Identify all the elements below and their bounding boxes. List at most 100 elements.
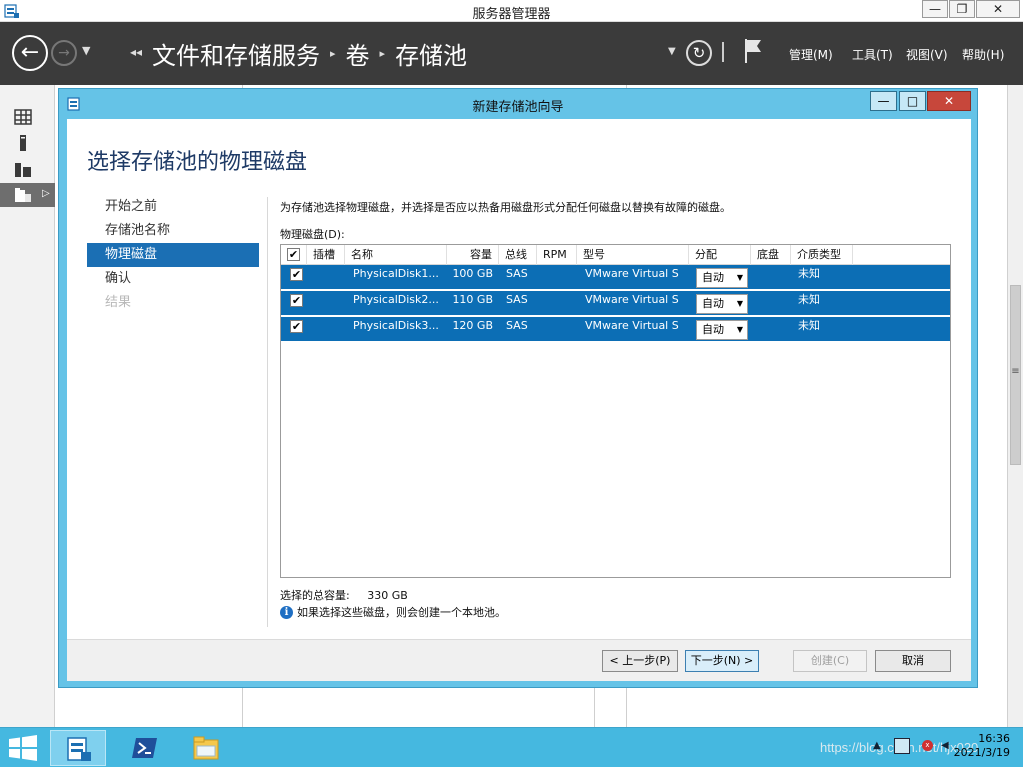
step-pool-name[interactable]: 存储池名称 bbox=[87, 219, 259, 243]
scrollbar-thumb[interactable]: ≡ bbox=[1010, 285, 1021, 465]
alert-badge-icon[interactable]: x bbox=[922, 740, 933, 751]
allocation-value: 自动 bbox=[702, 271, 724, 284]
dropdown-arrow-icon: ▼ bbox=[736, 299, 743, 308]
step-physical-disks[interactable]: 物理磁盘 bbox=[87, 243, 259, 267]
refresh-icon[interactable]: ↻ bbox=[686, 40, 712, 66]
taskbar-server-manager[interactable] bbox=[50, 730, 106, 766]
rail-item-all-servers[interactable] bbox=[0, 157, 55, 181]
cancel-button[interactable]: 取消 bbox=[875, 650, 951, 672]
row-checkbox[interactable]: ✔ bbox=[290, 294, 303, 307]
info-note-text: 如果选择这些磁盘，则会创建一个本地池。 bbox=[297, 606, 506, 619]
file-storage-icon bbox=[15, 188, 31, 202]
dialog-maximize-button[interactable]: □ bbox=[899, 91, 926, 111]
vertical-scrollbar[interactable]: ≡ bbox=[1007, 85, 1023, 727]
breadcrumb-volumes[interactable]: 卷 bbox=[346, 36, 370, 71]
left-rail: ▷ bbox=[0, 85, 55, 727]
taskbar-powershell[interactable] bbox=[117, 730, 173, 766]
menu-tools[interactable]: 工具(T) bbox=[852, 46, 893, 63]
history-dropdown-icon[interactable]: ▼ bbox=[82, 44, 90, 57]
restore-button[interactable]: ❐ bbox=[949, 0, 975, 18]
dropdown-arrow-icon: ▼ bbox=[736, 273, 743, 282]
breadcrumb-storage-pools[interactable]: 存储池 bbox=[395, 36, 467, 71]
column-capacity[interactable]: 容量 bbox=[447, 245, 499, 265]
physical-disks-label: 物理磁盘(D): bbox=[280, 228, 345, 241]
bus-cell: SAS bbox=[506, 267, 528, 280]
expand-arrow-icon[interactable]: ▷ bbox=[42, 188, 50, 199]
slot-cell bbox=[313, 265, 345, 289]
window-titlebar: 服务器管理器 — ❐ ✕ bbox=[0, 0, 1023, 22]
minimize-button[interactable]: — bbox=[922, 0, 948, 18]
allocation-dropdown[interactable]: 自动 ▼ bbox=[696, 320, 748, 340]
slot-cell bbox=[313, 317, 345, 341]
dialog-title: 新建存储池向导 bbox=[472, 100, 564, 115]
column-media-type[interactable]: 介质类型 bbox=[791, 245, 853, 265]
step-results: 结果 bbox=[105, 295, 132, 310]
dialog-footer: < 上一步(P) 下一步(N) > 创建(C) 取消 bbox=[67, 639, 971, 681]
info-icon: i bbox=[280, 605, 293, 619]
server-manager-icon bbox=[67, 737, 91, 761]
rpm-cell bbox=[543, 317, 575, 341]
column-model[interactable]: 型号 bbox=[577, 245, 689, 265]
powershell-icon bbox=[132, 738, 157, 758]
dialog-close-button[interactable]: ✕ bbox=[927, 91, 971, 111]
close-button[interactable]: ✕ bbox=[976, 0, 1020, 18]
menu-help[interactable]: 帮助(H) bbox=[962, 46, 1004, 63]
name-cell: PhysicalDisk2... bbox=[353, 293, 439, 306]
row-checkbox[interactable]: ✔ bbox=[290, 268, 303, 281]
page-title: 选择存储池的物理磁盘 bbox=[87, 150, 308, 175]
windows-start-icon[interactable] bbox=[8, 735, 38, 761]
table-row[interactable]: ✔ PhysicalDisk3... 120 GB SAS VMware Vir… bbox=[281, 317, 950, 341]
dropdown-arrow-icon: ▼ bbox=[736, 325, 743, 334]
rail-item-file-storage[interactable]: ▷ bbox=[0, 183, 55, 207]
physical-disks-grid[interactable]: ✔ 插槽 名称 容量 总线 RPM 型号 分配 底盘 介质类型 ✔ Physic… bbox=[280, 244, 951, 578]
allocation-dropdown[interactable]: 自动 ▼ bbox=[696, 268, 748, 288]
wizard-steps: 开始之前 存储池名称 物理磁盘 确认 结果 bbox=[87, 195, 259, 315]
new-storage-pool-wizard: 新建存储池向导 — □ ✕ 选择存储池的物理磁盘 开始之前 存储池名称 物理磁盘… bbox=[58, 88, 978, 688]
flag-icon[interactable] bbox=[743, 38, 763, 64]
total-capacity-value: 330 GB bbox=[367, 589, 408, 602]
chassis-cell bbox=[757, 265, 789, 289]
capacity-cell: 110 GB bbox=[452, 293, 493, 306]
allocation-dropdown[interactable]: 自动 ▼ bbox=[696, 294, 748, 314]
column-name[interactable]: 名称 bbox=[345, 245, 447, 265]
table-row[interactable]: ✔ PhysicalDisk2... 110 GB SAS VMware Vir… bbox=[281, 291, 950, 315]
column-slot[interactable]: 插槽 bbox=[307, 245, 345, 265]
taskbar: https://blog.csdn.net/hjx020 ▲ x ◀ 16:36… bbox=[0, 727, 1023, 767]
page-description: 为存储池选择物理磁盘，并选择是否应以热备用磁盘形式分配任何磁盘以替换有故障的磁盘… bbox=[280, 201, 731, 214]
capacity-cell: 100 GB bbox=[452, 267, 493, 280]
column-rpm[interactable]: RPM bbox=[537, 245, 577, 265]
select-all-checkbox[interactable]: ✔ bbox=[287, 248, 300, 261]
breadcrumb-file-storage[interactable]: 文件和存储服务 bbox=[152, 36, 320, 71]
show-hidden-icons[interactable]: ▲ bbox=[873, 740, 881, 751]
chassis-cell bbox=[757, 291, 789, 315]
next-button[interactable]: 下一步(N) > bbox=[685, 650, 759, 672]
dialog-minimize-button[interactable]: — bbox=[870, 91, 897, 111]
network-icon[interactable] bbox=[894, 738, 910, 754]
rail-item-dashboard[interactable] bbox=[0, 105, 55, 129]
column-chassis[interactable]: 底盘 bbox=[751, 245, 791, 265]
breadcrumb-dropdown-icon[interactable]: ▼ bbox=[668, 46, 676, 57]
previous-button[interactable]: < 上一步(P) bbox=[602, 650, 678, 672]
model-cell: VMware Virtual S bbox=[585, 319, 679, 332]
menu-manage[interactable]: 管理(M) bbox=[789, 46, 833, 63]
row-checkbox[interactable]: ✔ bbox=[290, 320, 303, 333]
back-arrow-icon[interactable]: ← bbox=[12, 35, 48, 71]
breadcrumb-expand-icon[interactable]: ◂◂ bbox=[130, 45, 142, 59]
window-title: 服务器管理器 bbox=[472, 7, 551, 22]
slot-cell bbox=[313, 291, 345, 315]
forward-arrow-icon[interactable]: → bbox=[51, 40, 77, 66]
breadcrumb-separator-icon: ▸ bbox=[379, 47, 386, 60]
step-confirmation[interactable]: 确认 bbox=[87, 267, 259, 291]
taskbar-file-explorer[interactable] bbox=[178, 730, 234, 766]
step-before-you-begin[interactable]: 开始之前 bbox=[87, 195, 259, 219]
system-clock[interactable]: 16:36 2021/3/19 bbox=[948, 732, 1010, 760]
breadcrumb: 文件和存储服务 ▸ 卷 ▸ 存储池 bbox=[152, 36, 467, 71]
total-capacity-label: 选择的总容量: bbox=[280, 589, 350, 602]
column-allocation[interactable]: 分配 bbox=[689, 245, 751, 265]
column-bus[interactable]: 总线 bbox=[499, 245, 537, 265]
folder-icon bbox=[193, 736, 219, 760]
menu-view[interactable]: 视图(V) bbox=[906, 46, 948, 63]
allocation-value: 自动 bbox=[702, 323, 724, 336]
table-row[interactable]: ✔ PhysicalDisk1... 100 GB SAS VMware Vir… bbox=[281, 265, 950, 289]
rail-item-local-server[interactable] bbox=[0, 131, 55, 155]
